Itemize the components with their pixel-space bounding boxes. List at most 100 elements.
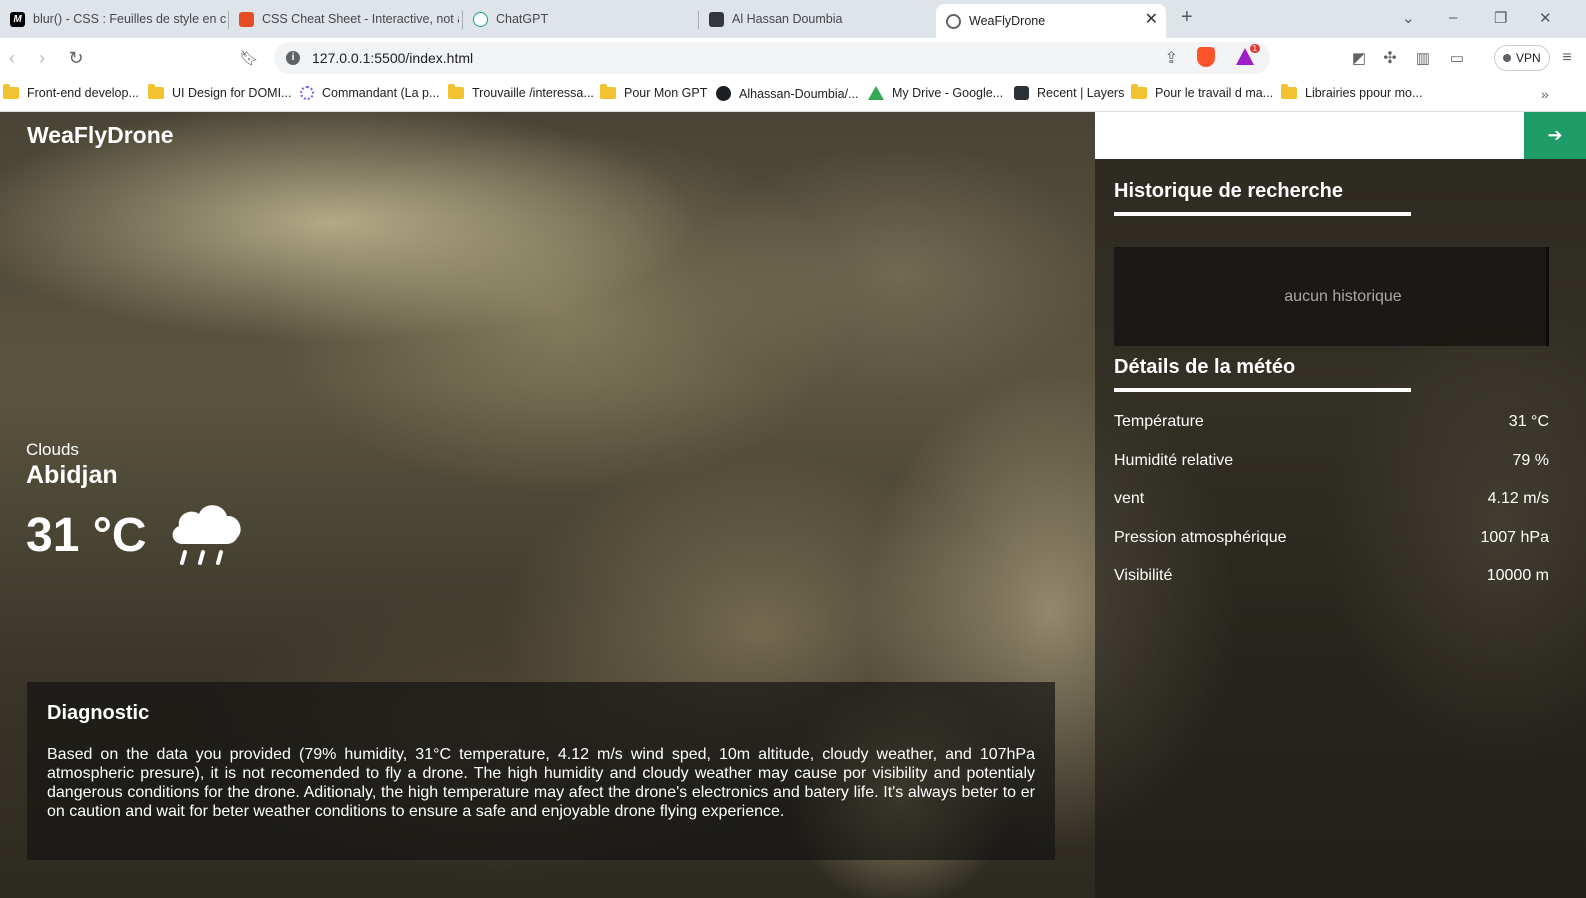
- browser-tab-bar: M blur() - CSS : Feuilles de style en ca…: [0, 0, 1586, 38]
- bookmark-label: Commandant (La p...: [322, 86, 440, 100]
- bookmark-item[interactable]: Commandant (La p...: [300, 86, 439, 100]
- bookmark-label: Pour Mon GPT: [624, 86, 708, 100]
- tab-weaflydrone[interactable]: WeaFlyDrone ✕: [936, 4, 1166, 38]
- tab-mdn-blur[interactable]: M blur() - CSS : Feuilles de style en ca…: [0, 4, 226, 34]
- restore-icon[interactable]: ❐: [1494, 9, 1507, 27]
- history-title: Historique de recherche: [1114, 180, 1343, 202]
- globe-icon: [946, 13, 961, 29]
- weather-condition: Clouds: [26, 440, 79, 459]
- tab-al-hassan[interactable]: Al Hassan Doumbia: [699, 4, 932, 34]
- search-button[interactable]: ➔: [1524, 112, 1586, 159]
- google-drive-icon: [868, 86, 884, 100]
- bookmark-item[interactable]: Front-end develop...: [3, 84, 139, 100]
- tab-chatgpt[interactable]: ChatGPT: [463, 4, 696, 34]
- vpn-status-icon: [1503, 54, 1511, 62]
- weather-page: WeaFlyDrone Clouds Abidjan 31 °C Diagnos…: [0, 112, 1586, 898]
- city-name: Abidjan: [26, 461, 118, 489]
- detail-label: vent: [1114, 490, 1145, 507]
- detail-label: Humidité relative: [1114, 452, 1234, 469]
- new-tab-icon[interactable]: +: [1181, 6, 1193, 29]
- chatgpt-icon: [473, 11, 488, 27]
- html-shield-icon: [239, 11, 254, 27]
- app-logo: WeaFlyDrone: [27, 122, 174, 148]
- bookmark-icon[interactable]: 🔖︎: [237, 46, 261, 70]
- rain-cloud-icon: [172, 505, 241, 565]
- site-icon: [300, 86, 314, 100]
- extension-leo-icon[interactable]: ◩: [1347, 46, 1371, 70]
- vpn-button[interactable]: VPN: [1494, 45, 1550, 71]
- share-icon[interactable]: ⇪: [1165, 48, 1178, 68]
- layers-icon: [1014, 86, 1029, 100]
- detail-row-visibility: Visibilité 10000 m: [1114, 567, 1549, 585]
- bookmarks-bar: Front-end develop... UI Design for DOMI.…: [0, 78, 1586, 112]
- forward-icon[interactable]: ›: [30, 46, 54, 70]
- profile-image-icon: [709, 11, 724, 27]
- folder-icon: [148, 84, 164, 99]
- bookmark-item[interactable]: Pour le travail d ma...: [1131, 84, 1273, 100]
- tab-title: WeaFlyDrone: [969, 14, 1046, 28]
- bookmark-item[interactable]: Librairies ppour mo...: [1281, 84, 1423, 100]
- diagnostic-panel: Diagnostic Based on the data you provide…: [27, 682, 1055, 860]
- weather-sidebar: ➔ Historique de recherche aucun historiq…: [1095, 112, 1586, 898]
- temperature-row: 31 °C: [26, 500, 245, 570]
- bookmark-item[interactable]: Alhassan-Doumbia/...: [716, 86, 859, 101]
- detail-label: Visibilité: [1114, 567, 1173, 584]
- close-icon[interactable]: ✕: [1145, 11, 1158, 29]
- mdn-icon: M: [10, 11, 25, 27]
- vpn-label: VPN: [1516, 51, 1541, 65]
- current-weather: Clouds Abidjan 31 °C: [26, 440, 245, 570]
- diagnostic-text: Based on the data you provided (79% humi…: [47, 746, 1035, 820]
- folder-icon: [600, 84, 616, 99]
- url-text[interactable]: 127.0.0.1:5500/index.html: [312, 50, 473, 66]
- more-bookmarks-icon[interactable]: »: [1541, 86, 1549, 102]
- arrow-right-icon: ➔: [1547, 125, 1563, 145]
- bookmark-item[interactable]: My Drive - Google...: [868, 86, 1003, 100]
- detail-row-pressure: Pression atmosphérique 1007 hPa: [1114, 529, 1549, 547]
- tab-title: CSS Cheat Sheet - Interactive, not a: [262, 12, 459, 26]
- minimize-icon[interactable]: –: [1449, 9, 1457, 26]
- wallet-icon[interactable]: ▭: [1445, 46, 1469, 70]
- tab-title: Al Hassan Doumbia: [732, 12, 843, 26]
- bookmark-item[interactable]: Pour Mon GPT: [600, 84, 708, 100]
- rewards-badge: 1: [1249, 44, 1260, 53]
- history-empty-text: aucun historique: [1284, 287, 1402, 305]
- menu-icon[interactable]: ≡: [1555, 46, 1579, 70]
- brave-shield-icon[interactable]: [1197, 47, 1215, 67]
- detail-value: 4.12 m/s: [1487, 490, 1549, 507]
- folder-icon: [1281, 84, 1297, 99]
- chevron-down-icon[interactable]: ⌄: [1402, 9, 1415, 27]
- bookmark-item[interactable]: Recent | Layers: [1014, 86, 1124, 100]
- bookmark-item[interactable]: UI Design for DOMI...: [148, 84, 292, 100]
- bookmark-label: Front-end develop...: [27, 86, 139, 100]
- extensions-puzzle-icon[interactable]: ✣: [1378, 46, 1402, 70]
- reload-icon[interactable]: ↻: [64, 46, 88, 70]
- window-close-icon[interactable]: ✕: [1539, 9, 1552, 27]
- details-underline: [1114, 388, 1411, 392]
- diagnostic-title: Diagnostic: [47, 702, 150, 724]
- bookmark-item[interactable]: Trouvaille /interessa...: [448, 84, 594, 100]
- bookmark-label: UI Design for DOMI...: [172, 86, 292, 100]
- city-search-input[interactable]: [1095, 112, 1524, 159]
- tab-title: blur() - CSS : Feuilles de style en casc: [33, 12, 226, 26]
- detail-label: Température: [1114, 413, 1204, 430]
- bookmark-label: My Drive - Google...: [892, 86, 1004, 100]
- tab-css-cheat-sheet[interactable]: CSS Cheat Sheet - Interactive, not a: [229, 4, 459, 34]
- sidebar-icon[interactable]: ▥: [1411, 46, 1435, 70]
- bookmark-label: Trouvaille /interessa...: [472, 86, 594, 100]
- back-icon[interactable]: ‹: [0, 46, 24, 70]
- address-bar[interactable]: i 127.0.0.1:5500/index.html ⇪ 1: [274, 42, 1270, 74]
- detail-value: 79 %: [1512, 452, 1549, 469]
- detail-label: Pression atmosphérique: [1114, 529, 1287, 546]
- detail-row-wind: vent 4.12 m/s: [1114, 490, 1549, 508]
- bookmark-label: Librairies ppour mo...: [1305, 86, 1423, 100]
- site-info-icon[interactable]: i: [286, 51, 300, 65]
- folder-icon: [1131, 84, 1147, 99]
- folder-icon: [3, 84, 19, 99]
- github-icon: [716, 86, 731, 101]
- history-list: aucun historique: [1114, 247, 1549, 346]
- history-underline: [1114, 212, 1411, 216]
- detail-value: 1007 hPa: [1480, 529, 1549, 546]
- bookmark-label: Recent | Layers: [1037, 86, 1125, 100]
- detail-value: 10000 m: [1486, 567, 1549, 584]
- current-temperature: 31 °C: [26, 508, 147, 562]
